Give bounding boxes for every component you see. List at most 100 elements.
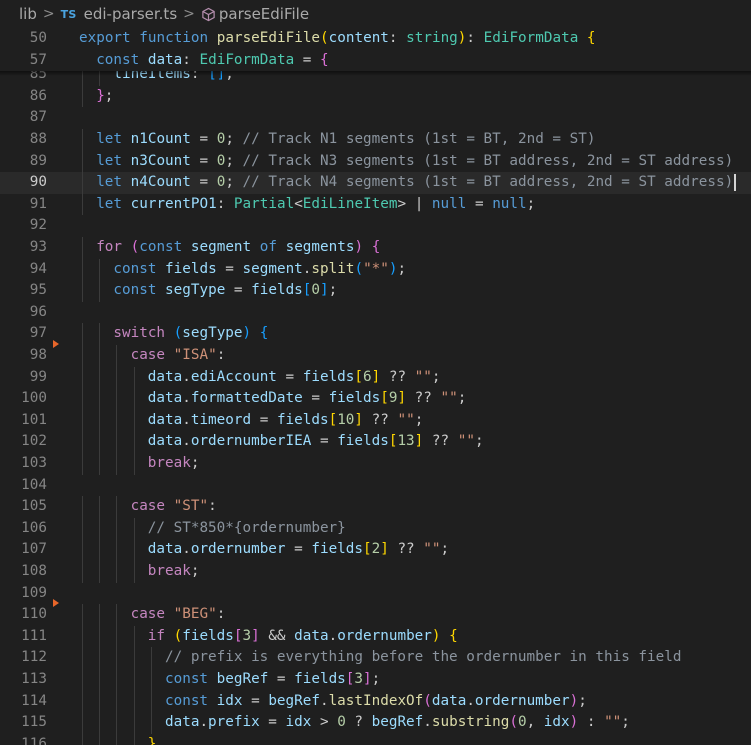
breadcrumb-symbol[interactable]: parseEdiFile	[219, 5, 309, 23]
code-token: ??	[388, 541, 424, 558]
code-token: .	[182, 390, 191, 407]
fold-chevron-icon[interactable]	[53, 599, 59, 608]
code-token: fields	[302, 368, 355, 385]
code-line[interactable]: 105 case "ST":	[0, 496, 751, 518]
code-area[interactable]: 50 export function parseEdiFile(content: …	[0, 28, 751, 745]
code-text: let n4Count = 0; // Track N4 segments (1…	[96, 172, 737, 194]
code-text: const segType = fields[0];	[113, 280, 337, 302]
code-token: .	[319, 692, 329, 709]
code-line[interactable]: 90 let n4Count = 0; // Track N4 segments …	[0, 172, 751, 194]
code-token: ??	[363, 411, 398, 428]
line-number: 109	[21, 584, 47, 601]
code-token: ;	[397, 260, 407, 277]
code-line[interactable]: 107 data.ordernumber = fields[2] ?? "";	[0, 539, 751, 561]
line-number: 111	[21, 627, 47, 644]
code-token: {	[259, 325, 269, 342]
code-line[interactable]: 106 // ST*850*{ordernumber}	[0, 517, 751, 540]
code-line[interactable]: 92	[0, 215, 751, 237]
code-line[interactable]: 110 case "BEG":	[0, 599, 751, 626]
code-token: begRef	[216, 671, 269, 687]
code-token: .	[182, 411, 191, 428]
line-number: 110	[21, 606, 47, 623]
code-token: data	[147, 411, 183, 428]
code-token: .	[199, 714, 209, 731]
code-token: =	[190, 131, 217, 147]
sticky-scroll-line[interactable]: 57 const data: EdiFormData = {	[0, 49, 751, 72]
sticky-scroll-line[interactable]: 50 export function parseEdiFile(content: …	[0, 28, 751, 50]
code-token: )	[242, 325, 252, 342]
code-line[interactable]: 108 break;	[0, 561, 751, 583]
code-token: let	[96, 152, 123, 169]
code-token: ]	[251, 627, 260, 644]
code-line[interactable]: 100 data.formattedDate = fields[9] ?? "";	[0, 388, 751, 410]
code-line[interactable]: 104	[0, 475, 751, 497]
code-text: case "ISA":	[131, 345, 226, 367]
code-line[interactable]: 88 let n1Count = 0; // Track N1 segments …	[0, 129, 751, 151]
code-line[interactable]: 111 if (fields[3] && data.ordernumber) {	[0, 625, 751, 648]
code-token: "ST"	[173, 498, 209, 515]
text-cursor	[734, 173, 737, 191]
code-line[interactable]: 87	[0, 107, 751, 129]
breadcrumb-file[interactable]: edi-parser.ts	[84, 5, 178, 23]
code-token: [	[363, 541, 372, 558]
indent-guide	[116, 453, 118, 475]
code-line[interactable]: 101 data.timeord = fields[10] ?? "";	[0, 409, 751, 432]
code-token: data	[431, 692, 467, 709]
indent-guide	[133, 409, 135, 432]
code-token: )	[569, 714, 579, 731]
code-line[interactable]: 115 data.prefix = idx > 0 ? begRef.substr…	[0, 712, 751, 734]
code-token: fields	[182, 627, 234, 644]
indent-guide	[116, 431, 118, 453]
indent-guide	[82, 453, 83, 475]
indent-guide	[82, 561, 83, 583]
code-line[interactable]: 89 let n3Count = 0; // Track N3 segments …	[0, 150, 751, 173]
code-line[interactable]: 95 const segType = fields[0];	[0, 280, 751, 302]
code-token: (	[173, 325, 183, 342]
line-number: 96	[29, 303, 47, 320]
code-token: {	[320, 51, 329, 68]
code-token: // Track N1 segments (1st = BT, 2nd = ST…	[242, 131, 596, 147]
indent-guide	[82, 431, 83, 453]
code-token: null	[431, 195, 467, 212]
code-token: [	[380, 390, 389, 407]
code-text: };	[96, 86, 113, 108]
indent-guide	[82, 669, 83, 691]
code-token: if	[147, 627, 166, 644]
code-line[interactable]: 99 data.ediAccount = fields[6] ?? "";	[0, 366, 751, 389]
code-line[interactable]: 114 const idx = begRef.lastIndexOf(data.o…	[0, 690, 751, 713]
line-number: 50	[29, 30, 47, 46]
indent-guide	[82, 647, 83, 669]
code-token: =	[268, 671, 295, 687]
code-token: fields	[328, 390, 381, 407]
code-line[interactable]: 94 const fields = segment.split("*");	[0, 258, 751, 281]
code-token: case	[130, 606, 166, 623]
indent-guide	[82, 539, 83, 561]
line-number: 103	[21, 455, 47, 471]
code-token: ;	[190, 563, 200, 579]
line-number: 94	[29, 260, 47, 277]
code-line[interactable]: 97 switch (segType) {	[0, 323, 751, 345]
code-token: ;	[104, 87, 114, 104]
code-token: switch	[113, 325, 166, 342]
code-token: ;	[526, 195, 536, 212]
code-line[interactable]: 103 break;	[0, 453, 751, 475]
code-line[interactable]: 93 for (const segment of segments) {	[0, 237, 751, 259]
code-line[interactable]: 96	[0, 302, 751, 324]
code-line[interactable]: 102 data.ordernumberIEA = fields[13] ?? "…	[0, 431, 751, 453]
code-line[interactable]: 98 case "ISA":	[0, 340, 751, 367]
code-token: =	[294, 51, 321, 68]
breadcrumb: lib > TS edi-parser.ts > parseEdiFile	[0, 0, 751, 28]
code-line[interactable]: 86};	[0, 85, 751, 108]
code-line[interactable]: 109	[0, 583, 751, 605]
code-token: ;	[440, 541, 450, 558]
code-line[interactable]: 112 // prefix is everything before the or…	[0, 647, 751, 669]
code-line[interactable]: 91 let currentPO1: Partial<EdiLineItem> |…	[0, 193, 751, 216]
indent-guide	[116, 669, 118, 691]
breadcrumb-folder[interactable]: lib	[19, 5, 37, 23]
code-line[interactable]: 116}	[0, 733, 751, 745]
code-line[interactable]: 113 const begRef = fields[3];	[0, 669, 751, 691]
fold-chevron-icon[interactable]	[53, 340, 59, 348]
code-token: .	[423, 714, 432, 731]
